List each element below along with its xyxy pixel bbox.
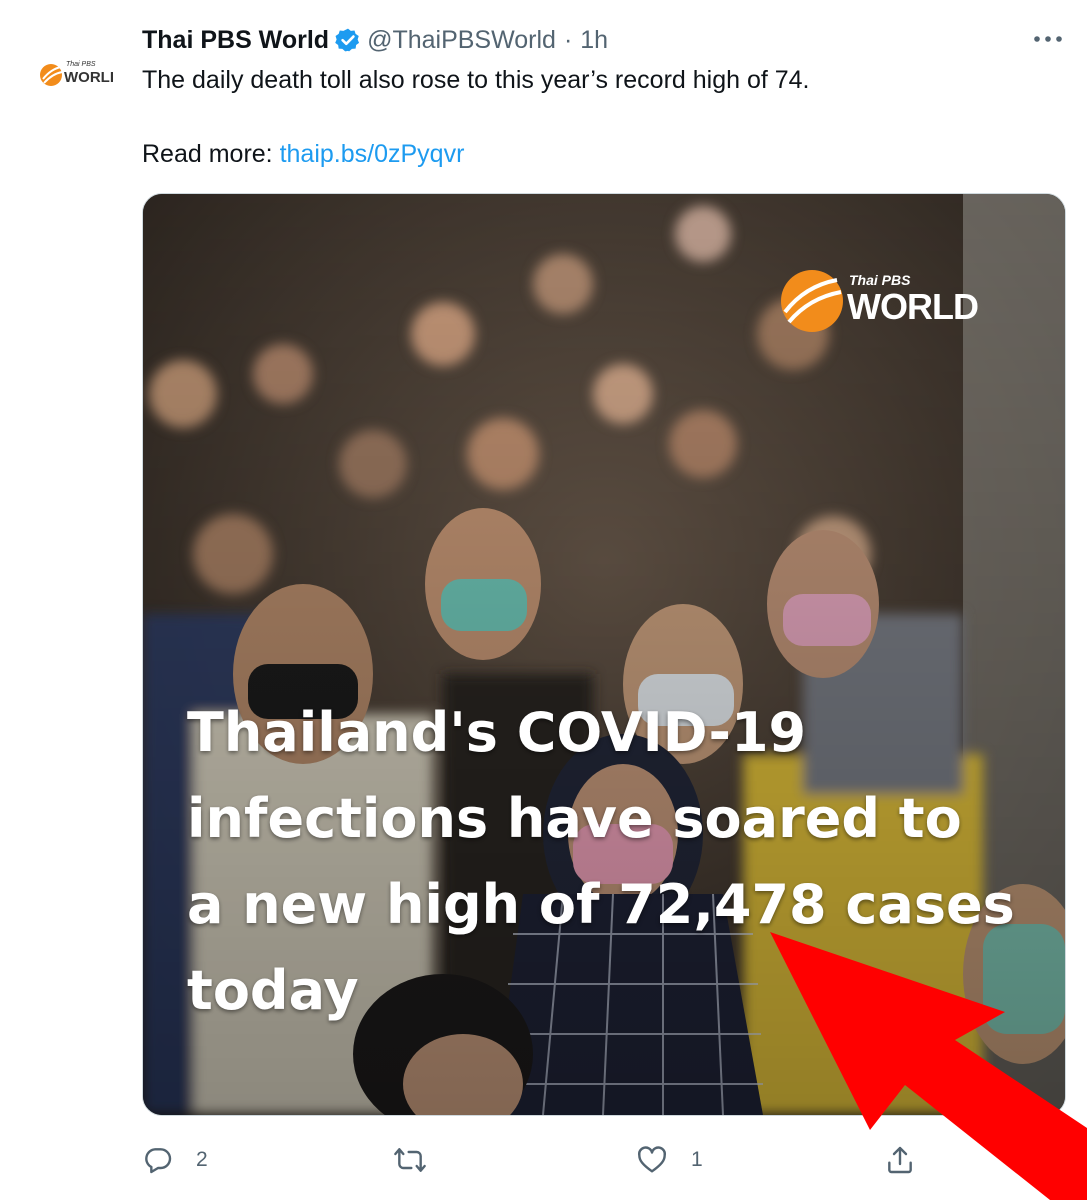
- thai-pbs-world-logo: Thai PBS WORLD: [40, 61, 113, 86]
- avatar[interactable]: Thai PBS WORLD: [34, 40, 116, 106]
- retweet-button[interactable]: [392, 1138, 450, 1182]
- headline-line: infections have soared to: [187, 787, 962, 850]
- tweet-timestamp[interactable]: 1h: [580, 26, 608, 55]
- svg-text:Thai PBS: Thai PBS: [66, 61, 96, 68]
- verified-badge-icon: [335, 27, 361, 53]
- tweet-media-image[interactable]: Thai PBS WORLD Thailand's COVID-19 infec…: [142, 193, 1066, 1116]
- headline-line: Thailand's COVID-19: [187, 701, 807, 764]
- media-headline: Thailand's COVID-19 infections have soar…: [187, 690, 1037, 1034]
- share-button[interactable]: [884, 1138, 916, 1182]
- brand-swoosh-icon: [781, 270, 843, 332]
- svg-text:WORLD: WORLD: [64, 69, 113, 86]
- like-button[interactable]: 1: [635, 1138, 703, 1182]
- like-count: 1: [691, 1148, 703, 1171]
- reply-icon: [145, 1148, 172, 1174]
- article-link[interactable]: thaip.bs/0zPyqvr: [280, 140, 465, 168]
- reply-button[interactable]: 2: [142, 1138, 208, 1182]
- tweet-actions: 2 1: [0, 1138, 1087, 1182]
- separator-dot: ·: [563, 25, 573, 54]
- read-more-label: Read more:: [142, 140, 273, 168]
- brand-big-text: WORLD: [847, 286, 979, 327]
- more-options-icon[interactable]: [1028, 24, 1068, 54]
- reply-count: 2: [196, 1148, 208, 1171]
- headline-line: today: [187, 959, 359, 1022]
- retweet-icon: [394, 1148, 426, 1172]
- media-brand-logo: Thai PBS WORLD: [779, 268, 989, 338]
- author-name[interactable]: Thai PBS World: [142, 26, 329, 55]
- tweet-text-line: The daily death toll also rose to this y…: [142, 66, 810, 94]
- headline-line: a new high of 72,478 cases: [187, 873, 1015, 936]
- share-icon: [888, 1146, 912, 1174]
- read-more-line: Read more: thaip.bs/0zPyqvr: [142, 136, 1042, 172]
- author-handle[interactable]: @ThaiPBSWorld: [367, 26, 556, 55]
- tweet-text: The daily death toll also rose to this y…: [142, 62, 1042, 172]
- heart-icon: [637, 1146, 667, 1173]
- tweet-header: Thai PBS World @ThaiPBSWorld · 1h: [142, 22, 608, 58]
